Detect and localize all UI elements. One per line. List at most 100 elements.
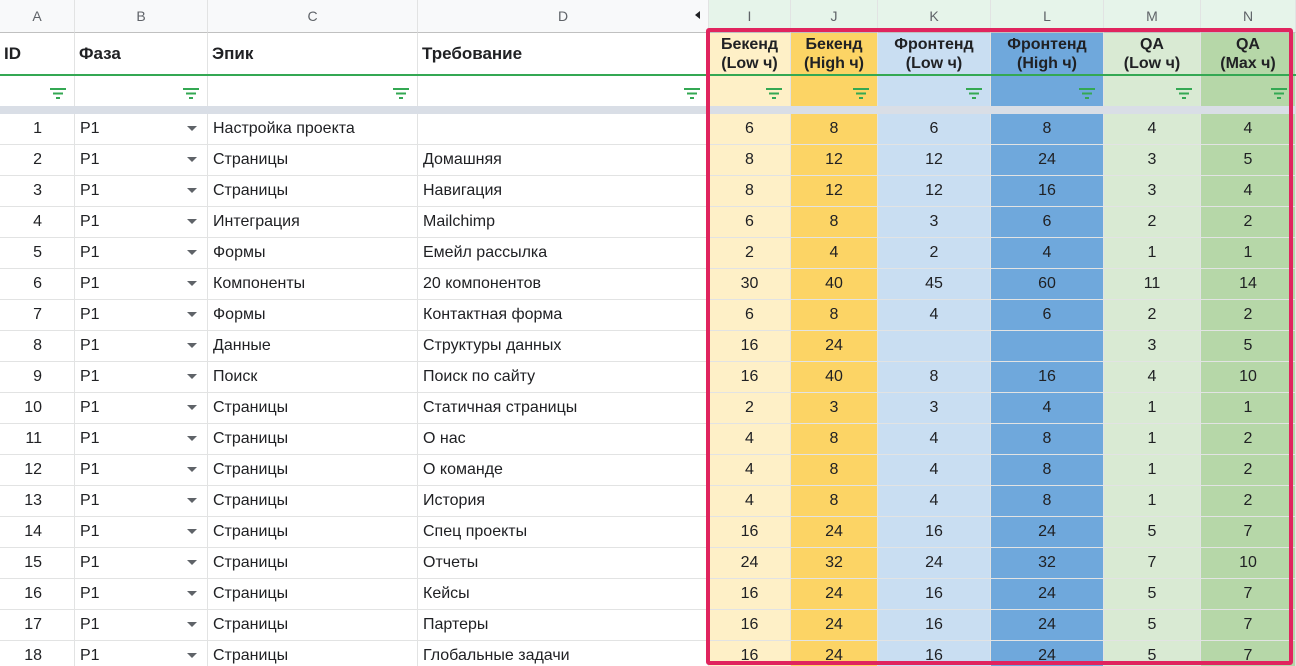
column-header-i[interactable]: I <box>709 0 791 33</box>
column-header-k[interactable]: K <box>878 0 991 33</box>
cell-frontend-high[interactable]: 60 <box>991 269 1104 300</box>
cell-requirement[interactable]: Отчеты <box>418 548 709 579</box>
cell-qa-low[interactable]: 3 <box>1104 145 1201 176</box>
cell-requirement[interactable]: О команде <box>418 455 709 486</box>
cell-phase[interactable]: P1 <box>75 114 208 145</box>
cell-qa-low[interactable]: 5 <box>1104 579 1201 610</box>
cell-frontend-high[interactable]: 24 <box>991 145 1104 176</box>
cell-requirement[interactable]: Партеры <box>418 610 709 641</box>
cell-frontend-low[interactable]: 24 <box>878 548 991 579</box>
cell-backend-low[interactable]: 16 <box>709 610 791 641</box>
column-header-l[interactable]: L <box>991 0 1104 33</box>
cell-id[interactable]: 5 <box>0 238 75 269</box>
cell-phase[interactable]: P1 <box>75 393 208 424</box>
cell-qa-low[interactable]: 5 <box>1104 610 1201 641</box>
cell-frontend-high[interactable]: 4 <box>991 238 1104 269</box>
cell-id[interactable]: 9 <box>0 362 75 393</box>
cell-epic[interactable]: Формы <box>208 238 418 269</box>
column-header-m[interactable]: M <box>1104 0 1201 33</box>
cell-qa-max[interactable]: 2 <box>1201 486 1296 517</box>
cell-qa-max[interactable]: 7 <box>1201 641 1296 666</box>
filter-icon[interactable] <box>393 86 409 99</box>
cell-requirement[interactable]: Емейл рассылка <box>418 238 709 269</box>
cell-backend-high[interactable]: 40 <box>791 362 878 393</box>
chevron-down-icon[interactable] <box>187 653 197 658</box>
header-qa-low[interactable]: QA (Low ч) <box>1104 33 1201 75</box>
cell-backend-low[interactable]: 24 <box>709 548 791 579</box>
cell-backend-low[interactable]: 16 <box>709 579 791 610</box>
filter-icon[interactable] <box>766 86 782 99</box>
chevron-down-icon[interactable] <box>187 467 197 472</box>
cell-frontend-high[interactable]: 8 <box>991 486 1104 517</box>
cell-requirement[interactable]: Поиск по сайту <box>418 362 709 393</box>
cell-requirement[interactable]: История <box>418 486 709 517</box>
cell-frontend-low[interactable]: 4 <box>878 300 991 331</box>
column-header-d[interactable]: D <box>418 0 709 33</box>
cell-frontend-high[interactable] <box>991 331 1104 362</box>
cell-backend-high[interactable]: 24 <box>791 641 878 666</box>
cell-qa-max[interactable]: 2 <box>1201 300 1296 331</box>
cell-phase[interactable]: P1 <box>75 548 208 579</box>
cell-backend-high[interactable]: 24 <box>791 517 878 548</box>
cell-phase[interactable]: P1 <box>75 176 208 207</box>
cell-requirement[interactable]: 20 компонентов <box>418 269 709 300</box>
cell-frontend-high[interactable]: 8 <box>991 114 1104 145</box>
cell-id[interactable]: 6 <box>0 269 75 300</box>
cell-id[interactable]: 10 <box>0 393 75 424</box>
chevron-down-icon[interactable] <box>187 622 197 627</box>
cell-qa-low[interactable]: 11 <box>1104 269 1201 300</box>
cell-backend-low[interactable]: 4 <box>709 455 791 486</box>
cell-backend-low[interactable]: 8 <box>709 176 791 207</box>
cell-epic[interactable]: Страницы <box>208 393 418 424</box>
cell-backend-low[interactable]: 16 <box>709 641 791 666</box>
cell-frontend-low[interactable] <box>878 331 991 362</box>
cell-epic[interactable]: Страницы <box>208 579 418 610</box>
cell-phase[interactable]: P1 <box>75 331 208 362</box>
cell-backend-high[interactable]: 8 <box>791 486 878 517</box>
cell-qa-max[interactable]: 5 <box>1201 145 1296 176</box>
header-requirement[interactable]: Требование <box>418 33 709 75</box>
cell-frontend-high[interactable]: 6 <box>991 300 1104 331</box>
column-header-b[interactable]: B <box>75 0 208 33</box>
cell-epic[interactable]: Страницы <box>208 424 418 455</box>
cell-qa-low[interactable]: 1 <box>1104 393 1201 424</box>
cell-requirement[interactable]: Контактная форма <box>418 300 709 331</box>
cell-backend-low[interactable]: 6 <box>709 207 791 238</box>
cell-qa-low[interactable]: 7 <box>1104 548 1201 579</box>
cell-qa-low[interactable]: 2 <box>1104 300 1201 331</box>
cell-id[interactable]: 17 <box>0 610 75 641</box>
cell-qa-low[interactable]: 1 <box>1104 424 1201 455</box>
cell-frontend-low[interactable]: 4 <box>878 455 991 486</box>
cell-qa-max[interactable]: 7 <box>1201 579 1296 610</box>
cell-frontend-high[interactable]: 8 <box>991 424 1104 455</box>
cell-epic[interactable]: Страницы <box>208 641 418 666</box>
cell-requirement[interactable]: Кейсы <box>418 579 709 610</box>
cell-phase[interactable]: P1 <box>75 269 208 300</box>
cell-id[interactable]: 12 <box>0 455 75 486</box>
cell-qa-max[interactable]: 4 <box>1201 176 1296 207</box>
chevron-down-icon[interactable] <box>187 529 197 534</box>
cell-id[interactable]: 3 <box>0 176 75 207</box>
filter-icon[interactable] <box>1176 86 1192 99</box>
cell-frontend-low[interactable]: 8 <box>878 362 991 393</box>
cell-id[interactable]: 13 <box>0 486 75 517</box>
cell-frontend-low[interactable]: 16 <box>878 579 991 610</box>
chevron-down-icon[interactable] <box>187 312 197 317</box>
chevron-down-icon[interactable] <box>187 250 197 255</box>
cell-backend-high[interactable]: 32 <box>791 548 878 579</box>
cell-frontend-low[interactable]: 4 <box>878 486 991 517</box>
filter-icon[interactable] <box>684 86 700 99</box>
cell-backend-low[interactable]: 4 <box>709 424 791 455</box>
chevron-down-icon[interactable] <box>187 498 197 503</box>
cell-epic[interactable]: Страницы <box>208 548 418 579</box>
chevron-down-icon[interactable] <box>187 343 197 348</box>
cell-backend-high[interactable]: 8 <box>791 114 878 145</box>
cell-frontend-low[interactable]: 6 <box>878 114 991 145</box>
cell-backend-low[interactable]: 16 <box>709 331 791 362</box>
cell-backend-high[interactable]: 8 <box>791 207 878 238</box>
cell-frontend-low[interactable]: 16 <box>878 610 991 641</box>
cell-epic[interactable]: Страницы <box>208 610 418 641</box>
chevron-down-icon[interactable] <box>187 436 197 441</box>
cell-frontend-high[interactable]: 24 <box>991 579 1104 610</box>
cell-frontend-low[interactable]: 16 <box>878 517 991 548</box>
